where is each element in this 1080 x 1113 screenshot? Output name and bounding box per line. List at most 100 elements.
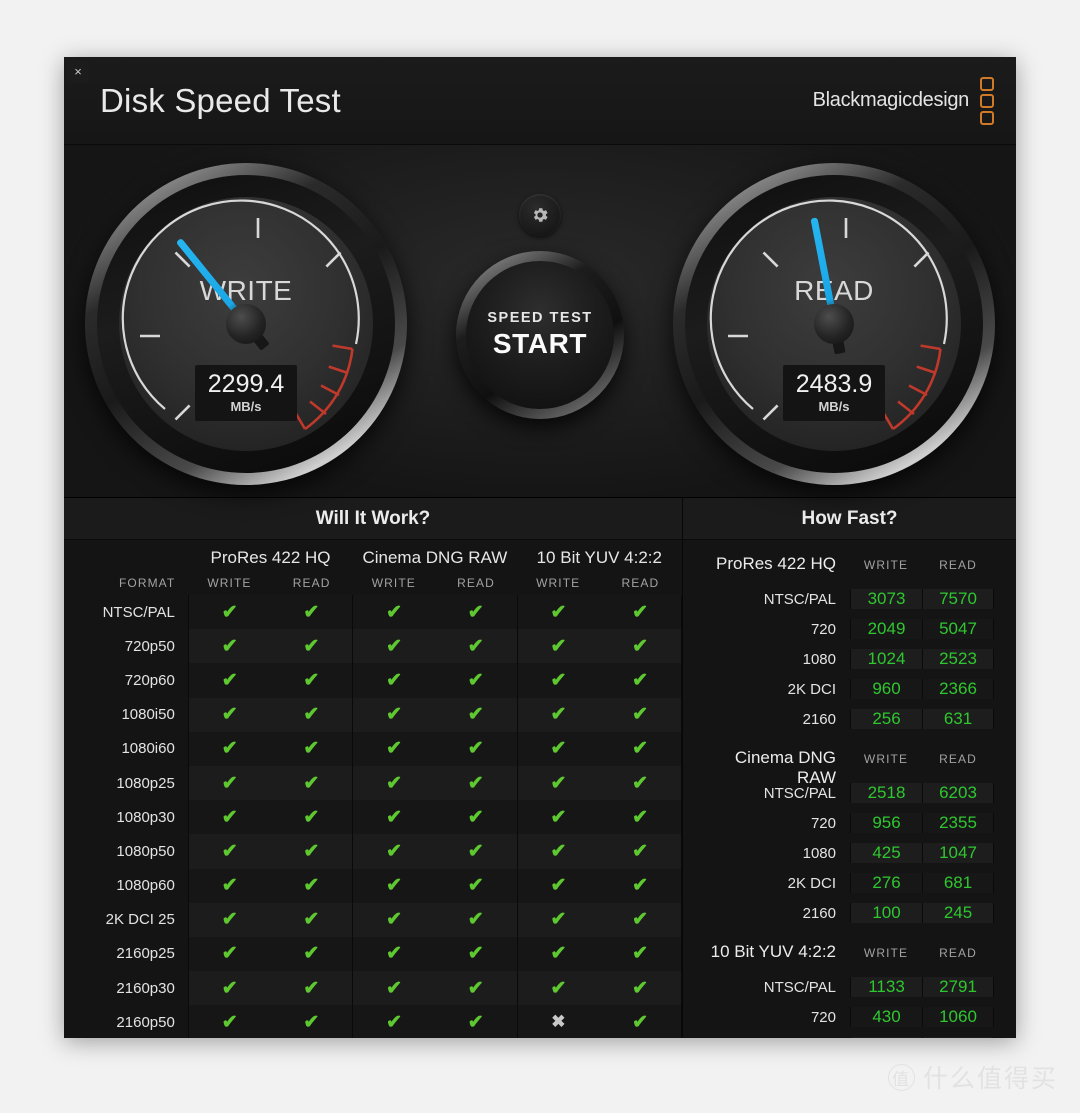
check-icon: ✔ (303, 977, 320, 999)
write-speed-value: 425 (850, 843, 922, 863)
table-row: 1080p25 ✔ ✔ ✔ ✔ ✔ ✔ (64, 765, 683, 801)
format-label: NTSC/PAL (102, 603, 175, 621)
table-row: 2160p30 ✔ ✔ ✔ ✔ ✔ ✔ (64, 971, 683, 1006)
will-it-work-table-body: NTSC/PAL ✔ ✔ ✔ ✔ ✔ ✔ 720p50 ✔ ✔ ✔ ✔ ✔ ✔ 720p60 ✔ ✔ ✔ ✔ ✔ ✔ 10… (64, 595, 683, 1038)
read-speed-value: 245 (922, 903, 994, 923)
cell-supported: ✔ (187, 731, 271, 766)
write-speed-value: 960 (850, 679, 922, 699)
how-fast-col-write: WRITE (863, 558, 909, 572)
will-it-work-header: Will It Work? (64, 498, 682, 540)
how-fast-row: 2160 100 245 (695, 898, 994, 928)
write-speed-value: 1133 (850, 977, 922, 997)
write-speed-value: 2049 (850, 619, 922, 639)
check-icon: ✔ (632, 738, 649, 760)
check-icon: ✔ (386, 909, 402, 931)
table-row: 1080p30 ✔ ✔ ✔ ✔ ✔ ✔ (64, 800, 683, 835)
start-button-sublabel: SPEED TEST (487, 310, 593, 326)
check-icon: ✔ (303, 1011, 320, 1033)
gear-icon (533, 208, 548, 222)
cell-supported: ✔ (516, 834, 600, 869)
check-icon: ✔ (386, 738, 402, 760)
check-icon: ✔ (467, 772, 484, 794)
speed-test-start-button[interactable]: SPEED TEST START (456, 251, 624, 419)
check-icon: ✔ (386, 943, 402, 965)
how-fast-block: ProRes 422 HQ WRITE READ NTSC/PAL 3073 7570 72… (695, 554, 994, 734)
sub-header-row: FORMAT WRITE READ WRITE READ WRITE READ (64, 570, 682, 595)
cell-supported: ✔ (270, 1005, 354, 1038)
disk-speed-test-window: × Disk Speed Test Blackmagicdesign WRITE… (64, 57, 1016, 1038)
check-icon: ✔ (303, 909, 320, 931)
close-window-button[interactable]: × (67, 60, 89, 82)
resolution-label: 720 (810, 620, 836, 638)
format-label: 720p60 (124, 671, 175, 689)
check-icon: ✔ (550, 806, 567, 828)
cell-supported: ✔ (434, 595, 518, 630)
check-icon: ✔ (550, 635, 567, 657)
cell-supported: ✔ (187, 697, 271, 732)
check-icon: ✔ (467, 840, 484, 862)
start-button-label: START (492, 328, 588, 359)
table-row: 720p60 ✔ ✔ ✔ ✔ ✔ ✔ (64, 663, 683, 698)
check-icon: ✔ (632, 704, 649, 726)
format-column-header: FORMAT (118, 575, 176, 590)
check-icon: ✔ (221, 875, 238, 897)
check-icon: ✔ (386, 601, 402, 623)
watermark-badge: 值 (887, 1063, 915, 1091)
start-button-inner: SPEED TEST START (466, 261, 614, 409)
resolution-label: 720 (810, 1008, 836, 1026)
cell-supported: ✔ (516, 800, 600, 835)
check-icon: ✔ (221, 840, 238, 862)
resolution-label: 2K DCI (787, 874, 836, 892)
format-label: 1080i60 (121, 740, 175, 758)
settings-button[interactable] (519, 194, 561, 236)
write-readout: 2299.4 MB/s (195, 365, 297, 422)
how-fast-row: 720 430 1060 (695, 1002, 994, 1032)
read-gauge: READ 2483.9 MB/s (673, 163, 995, 485)
write-speed-value: 956 (850, 813, 922, 833)
format-label: 1080p50 (116, 842, 175, 860)
resolution-label: NTSC/PAL (763, 784, 836, 802)
cell-supported: ✔ (434, 731, 518, 766)
check-icon: ✔ (632, 601, 649, 623)
cell-supported: ✔ (434, 1005, 518, 1038)
read-speed-value: 1047 (922, 843, 994, 863)
table-row: 1080p50 ✔ ✔ ✔ ✔ ✔ ✔ (64, 834, 683, 869)
check-icon: ✔ (303, 840, 320, 862)
table-row: 2160p50 ✔ ✔ ✔ ✔ ✖ ✔ (64, 1005, 683, 1038)
cell-supported: ✔ (270, 731, 354, 766)
col-yuv-write: WRITE (536, 575, 581, 590)
how-fast-row: 1080 1024 2523 (695, 644, 994, 674)
check-icon: ✔ (467, 601, 484, 623)
cell-supported: ✔ (434, 800, 518, 835)
check-icon: ✔ (632, 977, 649, 999)
read-speed-value: 7570 (922, 589, 994, 609)
table-row: 720p50 ✔ ✔ ✔ ✔ ✔ ✔ (64, 629, 683, 664)
check-icon: ✔ (632, 840, 649, 862)
check-icon: ✔ (221, 977, 238, 999)
check-icon: ✔ (386, 875, 402, 897)
close-icon: × (74, 63, 82, 79)
check-icon: ✔ (221, 704, 238, 726)
group-header-prores: ProRes 422 HQ (210, 548, 331, 567)
cell-supported: ✔ (352, 697, 435, 732)
write-speed-value: 430 (850, 1007, 922, 1027)
read-value: 2483.9 (795, 370, 873, 398)
cell-supported: ✔ (270, 765, 354, 801)
watermark-text: 什么值得买 (922, 1064, 1058, 1093)
cell-supported: ✔ (352, 731, 435, 766)
cell-supported: ✔ (599, 765, 683, 801)
cell-supported: ✔ (434, 902, 518, 937)
will-it-work-table-head: ProRes 422 HQ Cinema DNG RAW 10 Bit YUV … (64, 540, 682, 595)
write-speed-value: 256 (850, 709, 922, 729)
gauge-bezel: READ 2483.9 MB/s (685, 175, 983, 473)
how-fast-row: NTSC/PAL 3073 7570 (695, 584, 994, 614)
group-header-yuv: 10 Bit YUV 4:2:2 (536, 548, 662, 567)
col-dng-read: READ (457, 575, 495, 590)
cell-supported: ✔ (599, 902, 683, 937)
resolution-label: 2160 (802, 710, 836, 728)
check-icon: ✔ (550, 738, 567, 760)
gauge-face: WRITE 2299.4 MB/s (119, 197, 373, 451)
cell-supported: ✔ (352, 629, 435, 664)
format-label: 2160p50 (116, 1013, 175, 1031)
format-label: 1080i50 (121, 706, 175, 724)
